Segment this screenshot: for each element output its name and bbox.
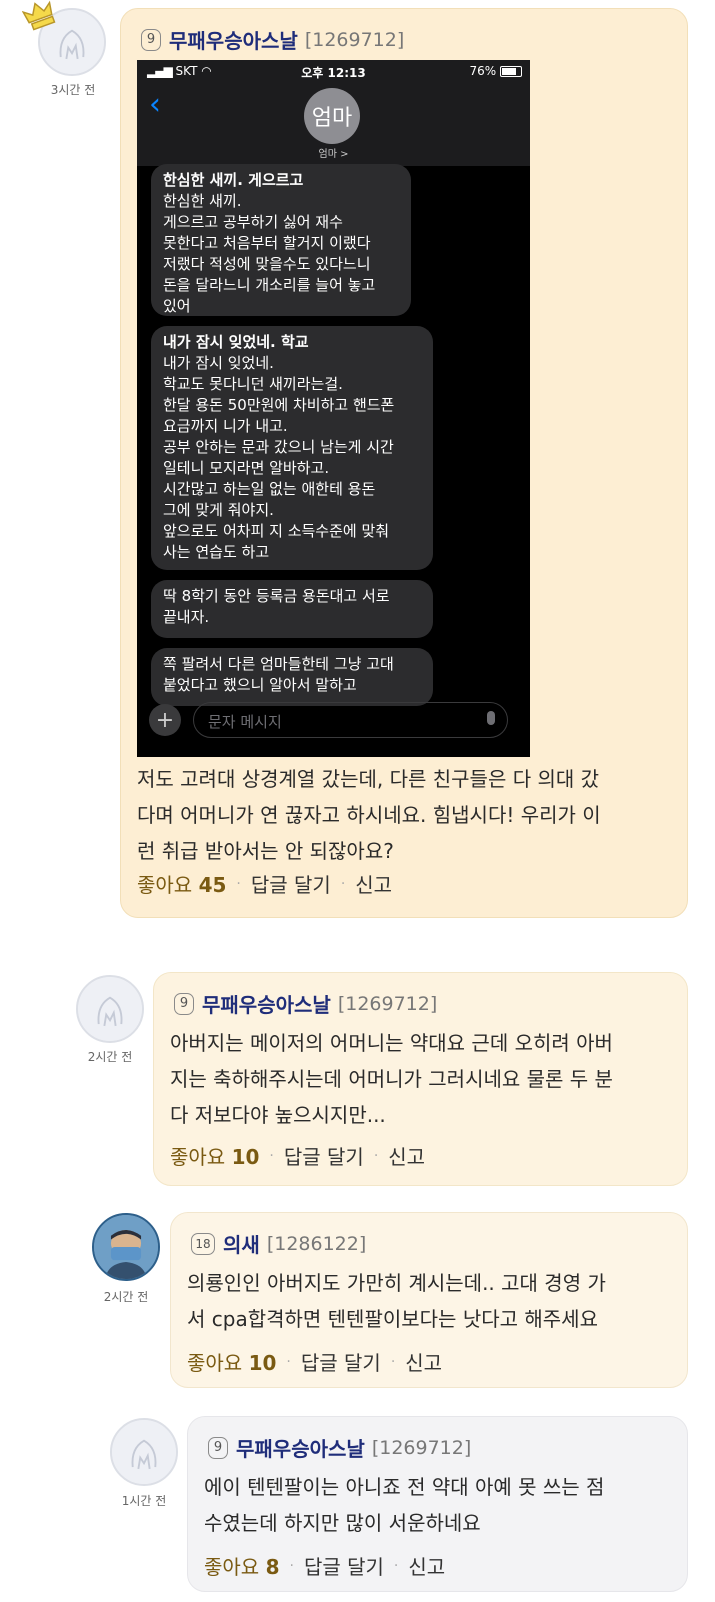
separator: · bbox=[289, 1557, 294, 1574]
profile-photo-icon bbox=[94, 1215, 158, 1279]
report-button[interactable]: 신고 bbox=[408, 1551, 445, 1580]
level-badge: 18 bbox=[191, 1232, 215, 1255]
separator: · bbox=[269, 1147, 274, 1164]
message-bubble: 한심한 새끼. 게으르고 한심한 새끼. 게으르고 공부하기 싫어 재수 못한다… bbox=[151, 164, 411, 316]
level-badge: 9 bbox=[174, 992, 194, 1015]
username[interactable]: 무패우승아스날 bbox=[202, 989, 331, 1018]
comment-bubble: 18 의새 [1286122] 의룡인인 아버지도 가만히 계시는데.. 고대 … bbox=[170, 1212, 688, 1388]
default-avatar-icon bbox=[112, 1420, 176, 1484]
comment-bubble: 9 무패우승아스날 [1269712] 아버지는 메이저의 어머니는 약대요 근… bbox=[153, 972, 688, 1186]
user-id: [1269712] bbox=[337, 992, 438, 1015]
username[interactable]: 의새 bbox=[223, 1229, 260, 1258]
separator: · bbox=[340, 875, 346, 892]
back-icon[interactable]: ‹ bbox=[149, 90, 161, 120]
message-input[interactable]: 문자 메시지 bbox=[193, 702, 508, 738]
separator: · bbox=[393, 1557, 399, 1574]
like-button[interactable]: 좋아요 8 bbox=[204, 1551, 279, 1580]
reply-button[interactable]: 답글 달기 bbox=[304, 1551, 384, 1580]
username[interactable]: 무패우승아스날 bbox=[169, 25, 298, 54]
like-button[interactable]: 좋아요 10 bbox=[187, 1347, 276, 1376]
reply-button[interactable]: 답글 달기 bbox=[301, 1347, 381, 1376]
microphone-icon[interactable] bbox=[487, 711, 495, 725]
crown-icon bbox=[21, 0, 62, 34]
message-bubble: 내가 잠시 잊었네. 학교 내가 잠시 잊었네. 학교도 못다니던 새끼라는걸.… bbox=[151, 326, 433, 570]
comment-text: 아버지는 메이저의 어머니는 약대요 근데 오히려 아버 지는 축하해주시는데 … bbox=[170, 1031, 613, 1127]
username[interactable]: 무패우승아스날 bbox=[236, 1433, 365, 1462]
avatar[interactable] bbox=[76, 975, 144, 1043]
message-bubble: 딱 8학기 동안 등록금 용돈대고 서로 끝내자. bbox=[151, 580, 433, 638]
battery-icon bbox=[500, 66, 522, 77]
separator: · bbox=[373, 1147, 379, 1164]
comment-bubble: 9 무패우승아스날 [1269712] 에이 텐텐팔이는 아니죠 전 약대 아예… bbox=[187, 1416, 688, 1592]
add-attachment-button[interactable]: + bbox=[149, 704, 181, 736]
report-button[interactable]: 신고 bbox=[388, 1141, 425, 1170]
attached-screenshot: ▂▄▆ SKT ◠ 오후 12:13 76% ‹ 엄마 엄마 > 한심한 새끼.… bbox=[137, 60, 530, 757]
plus-icon: + bbox=[155, 707, 175, 733]
reply-button[interactable]: 답글 달기 bbox=[251, 869, 331, 898]
user-id: [1286122] bbox=[266, 1232, 367, 1255]
comment-time: 2시간 전 bbox=[103, 1290, 149, 1304]
message-bubble: 쪽 팔려서 다른 엄마들한테 그냥 고대 붙었다고 했으니 알아서 말하고 bbox=[151, 648, 433, 706]
contact-name[interactable]: 엄마 > bbox=[137, 145, 530, 160]
comment-time: 1시간 전 bbox=[121, 1494, 167, 1508]
separator: · bbox=[236, 875, 241, 892]
comment-text: 의룡인인 아버지도 가만히 계시는데.. 고대 경영 가 서 cpa합격하면 텐… bbox=[187, 1271, 606, 1331]
like-button[interactable]: 좋아요 45 bbox=[137, 869, 226, 898]
report-button[interactable]: 신고 bbox=[355, 869, 392, 898]
message-header: ▂▄▆ SKT ◠ 오후 12:13 76% ‹ 엄마 엄마 > bbox=[137, 60, 530, 166]
default-avatar-icon bbox=[78, 977, 142, 1041]
separator: · bbox=[286, 1353, 291, 1370]
level-badge: 9 bbox=[141, 28, 161, 51]
comment-time: 2시간 전 bbox=[87, 1050, 133, 1064]
reply-button[interactable]: 답글 달기 bbox=[284, 1141, 364, 1170]
comment-text: 저도 고려대 상경계열 갔는데, 다른 친구들은 다 의대 갔 다며 어머니가 … bbox=[137, 767, 601, 863]
avatar[interactable] bbox=[110, 1418, 178, 1486]
avatar[interactable] bbox=[92, 1213, 160, 1281]
level-badge: 9 bbox=[208, 1436, 228, 1459]
comment-text: 에이 텐텐팔이는 아니죠 전 약대 아예 못 쓰는 점 수였는데 하지만 많이 … bbox=[204, 1475, 605, 1535]
comment-time: 3시간 전 bbox=[50, 83, 96, 97]
user-id: [1269712] bbox=[304, 28, 405, 51]
contact-avatar[interactable]: 엄마 bbox=[304, 88, 360, 144]
user-id: [1269712] bbox=[371, 1436, 472, 1459]
status-battery: 76% bbox=[470, 64, 522, 78]
report-button[interactable]: 신고 bbox=[405, 1347, 442, 1376]
separator: · bbox=[390, 1353, 396, 1370]
like-button[interactable]: 좋아요 10 bbox=[170, 1141, 259, 1170]
